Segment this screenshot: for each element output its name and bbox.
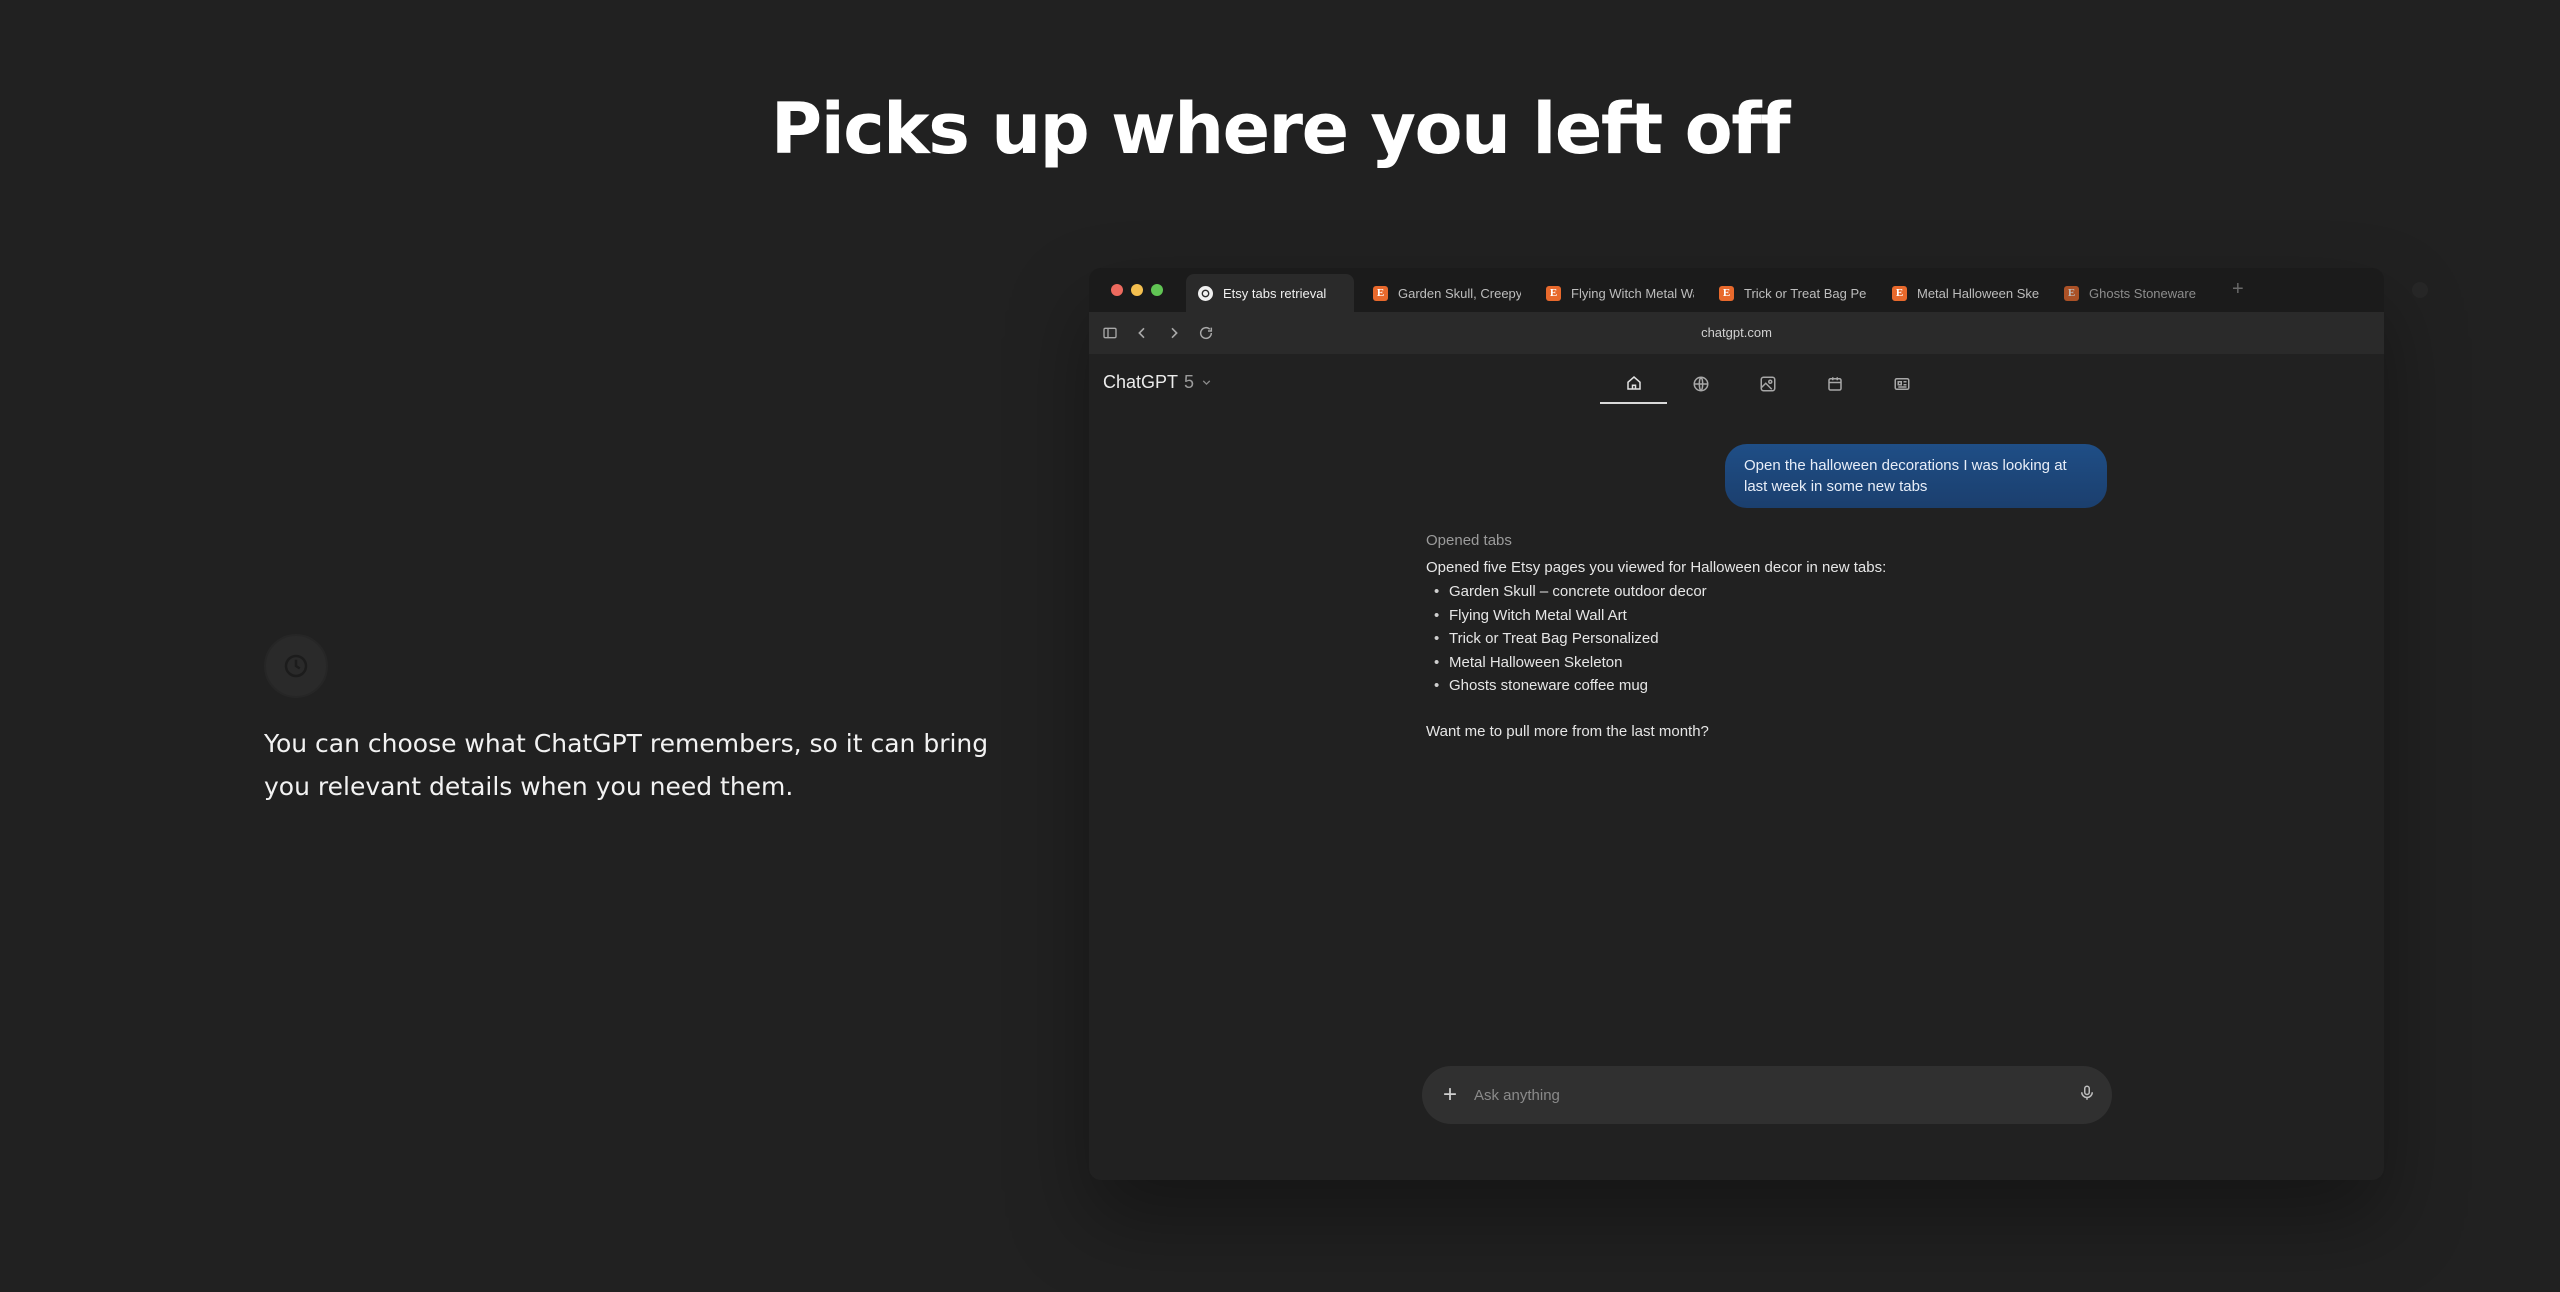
news-icon	[1894, 378, 1909, 390]
browser-toolbar: chatgpt.com	[1089, 312, 2384, 354]
chevron-down-icon	[1202, 380, 1211, 386]
etsy-icon: E	[1719, 285, 1734, 301]
nav-home[interactable]	[1600, 364, 1667, 404]
list-item: Metal Halloween Skeleton	[1434, 651, 2026, 675]
tab-garden-skull[interactable]: E Garden Skull, Creepy Concrete	[1361, 274, 1521, 312]
nav-calendar[interactable]	[1801, 364, 1868, 404]
etsy-icon: E	[1892, 285, 1907, 301]
tab-metal-skeleton[interactable]: E Metal Halloween Skeleton	[1880, 274, 2040, 312]
assistant-message: Opened tabs Opened five Etsy pages you v…	[1426, 532, 2026, 742]
window-controls	[1111, 284, 1163, 296]
image-icon	[1760, 376, 1775, 392]
nav-web[interactable]	[1667, 364, 1734, 404]
tab-label: Metal Halloween Skeleton	[1917, 285, 2040, 301]
etsy-icon: E	[1373, 285, 1388, 301]
nav-images[interactable]	[1734, 364, 1801, 404]
decorative-dot	[2412, 282, 2428, 298]
minimize-window-button[interactable]	[1131, 284, 1143, 296]
maximize-window-button[interactable]	[1151, 284, 1163, 296]
tab-label: Trick or Treat Bag Personalized	[1744, 285, 1867, 301]
memory-feature-icon	[264, 634, 328, 698]
new-tab-button[interactable]: +	[2232, 278, 2244, 301]
attach-button[interactable]: +	[1438, 1081, 1462, 1109]
tab-trick-or-treat[interactable]: E Trick or Treat Bag Personalized	[1707, 274, 1867, 312]
model-name: ChatGPT	[1103, 372, 1179, 392]
tab-etsy-tabs-retrieval[interactable]: Etsy tabs retrieval	[1186, 274, 1354, 312]
list-item: Trick or Treat Bag Personalized	[1434, 627, 2026, 651]
tab-label: Flying Witch Metal Wall Art	[1571, 285, 1694, 301]
model-version: 5	[1184, 372, 1195, 392]
assistant-intro: Opened five Etsy pages you viewed for Ha…	[1426, 559, 1887, 576]
browser-window: Etsy tabs retrieval E Garden Skull, Cree…	[1089, 268, 2384, 1180]
microphone-icon[interactable]	[2078, 1084, 2096, 1107]
globe-icon	[1693, 376, 1708, 392]
page-headline: Picks up where you left off	[770, 88, 1791, 170]
assistant-status-label: Opened tabs	[1426, 532, 1512, 549]
chat-page: ChatGPT 5 Open the halloween decorations…	[1089, 354, 2384, 1180]
opened-tabs-list: Garden Skull – concrete outdoor decor Fl…	[1434, 580, 2026, 698]
tab-label: Etsy tabs retrieval	[1223, 285, 1327, 301]
calendar-icon	[1827, 377, 1842, 391]
home-icon	[1626, 376, 1641, 390]
tab-label: Garden Skull, Creepy Concrete	[1398, 285, 1521, 301]
list-item: Garden Skull – concrete outdoor decor	[1434, 580, 2026, 604]
chatgpt-logo-icon	[1198, 285, 1213, 301]
user-message: Open the halloween decorations I was loo…	[1725, 444, 2107, 508]
feature-description: You can choose what ChatGPT remembers, s…	[264, 729, 989, 801]
composer: +	[1422, 1066, 2112, 1124]
model-selector[interactable]: ChatGPT 5	[1103, 372, 1213, 393]
app-nav	[1600, 364, 1935, 404]
tab-bar: Etsy tabs retrieval E Garden Skull, Cree…	[1089, 268, 2384, 312]
tab-flying-witch[interactable]: E Flying Witch Metal Wall Art	[1534, 274, 1694, 312]
assistant-followup: Want me to pull more from the last month…	[1426, 722, 1709, 740]
tab-ghosts-stoneware[interactable]: E Ghosts Stoneware	[2052, 274, 2212, 312]
prompt-input[interactable]	[1474, 1086, 2078, 1104]
etsy-icon: E	[2064, 285, 2079, 301]
tab-label: Ghosts Stoneware	[2089, 285, 2196, 301]
etsy-icon: E	[1546, 285, 1561, 301]
close-window-button[interactable]	[1111, 284, 1123, 296]
nav-news[interactable]	[1868, 364, 1935, 404]
address-bar[interactable]: chatgpt.com	[1089, 325, 2384, 340]
list-item: Flying Witch Metal Wall Art	[1434, 604, 2026, 628]
list-item: Ghosts stoneware coffee mug	[1434, 674, 2026, 698]
